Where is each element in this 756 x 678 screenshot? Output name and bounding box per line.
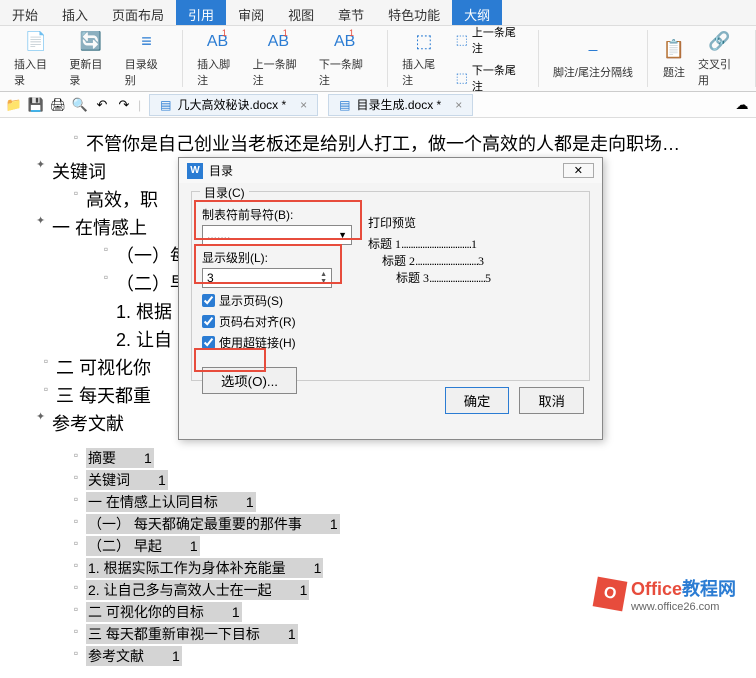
checkbox-label: 使用超链接(H)	[219, 334, 296, 351]
dialog-titlebar: W 目录 ✕	[179, 158, 602, 183]
separator-button[interactable]: ⎯脚注/尾注分隔线	[547, 36, 639, 82]
preview-line: 标题 1..............................1	[368, 235, 579, 252]
tab-layout[interactable]: 页面布局	[100, 0, 176, 25]
watermark-url: www.office26.com	[631, 601, 736, 613]
dialog-close-button[interactable]: ✕	[563, 163, 594, 178]
new-icon[interactable]: 📁	[6, 97, 22, 113]
update-toc-button[interactable]: 🔄更新目录	[63, 28, 118, 90]
insert-footnote-button[interactable]: AB1插入脚注	[191, 28, 246, 90]
toc-level-button[interactable]: ≡目录级别	[119, 28, 174, 90]
toc-entry[interactable]: （一） 每天都确定最重要的那件事 1	[86, 514, 340, 534]
hyperlink-checkbox[interactable]	[202, 336, 215, 349]
toc-entry[interactable]: 1. 根据实际工作为身体补充能量 1	[86, 558, 323, 578]
doc-tab-1[interactable]: ▤ 几大高效秘诀.docx * ×	[149, 94, 318, 116]
bullet-icon: ▫	[96, 242, 116, 256]
checkbox-label: 显示页码(S)	[219, 292, 283, 309]
prev-footnote-button[interactable]: AB1上一条脚注	[247, 28, 313, 90]
bullet-icon: ▫	[36, 354, 56, 368]
expand-icon[interactable]: ✦	[36, 410, 52, 423]
print-preview: 打印预览 标题 1..............................1…	[368, 214, 579, 286]
bullet-icon: ▫	[66, 186, 86, 200]
toc-entry[interactable]: 关键词 1	[86, 470, 168, 490]
prev-endnote-button[interactable]: ⬚上一条尾注	[452, 22, 530, 58]
tab-view[interactable]: 视图	[276, 0, 326, 25]
next-footnote-button[interactable]: AB1下一条脚注	[313, 28, 379, 90]
bullet-icon: ▫	[66, 624, 86, 638]
word-doc-icon: ▤	[339, 98, 350, 112]
cloud-icon[interactable]: ☁	[734, 97, 750, 113]
bullet-icon: ▫	[66, 580, 86, 594]
toc-entry[interactable]: 一 在情感上认同目标 1	[86, 492, 256, 512]
quick-access-bar: 📁 💾 🖨 🔍 ↶ ↷ | ▤ 几大高效秘诀.docx * × ▤ 目录生成.d…	[0, 92, 756, 118]
word-doc-icon: ▤	[160, 98, 171, 112]
preview-line: 标题 3........................5	[368, 269, 579, 286]
preview-icon[interactable]: 🔍	[72, 97, 88, 113]
tab-chapter[interactable]: 章节	[326, 0, 376, 25]
right-align-checkbox[interactable]	[202, 315, 215, 328]
checkbox-label: 页码右对齐(R)	[219, 313, 296, 330]
preview-line: 标题 2...........................3	[368, 252, 579, 269]
close-tab-icon[interactable]: ×	[300, 98, 307, 112]
bullet-icon: ▫	[96, 270, 116, 284]
tab-start[interactable]: 开始	[0, 0, 50, 25]
bullet-icon: ▫	[66, 492, 86, 506]
toc-entry[interactable]: 摘要 1	[86, 448, 154, 468]
bullet-icon: ▫	[66, 646, 86, 660]
bullet-icon: ▫	[66, 448, 86, 462]
tab-reference[interactable]: 引用	[176, 0, 226, 25]
app-icon: W	[187, 163, 203, 179]
bullet-icon: ▫	[66, 514, 86, 528]
redo-icon[interactable]: ↷	[116, 97, 132, 113]
show-pages-checkbox[interactable]	[202, 294, 215, 307]
ribbon-tabs: 开始 插入 页面布局 引用 审阅 视图 章节 特色功能 大纲	[0, 0, 756, 26]
dialog-title: 目录	[209, 162, 233, 179]
tab-review[interactable]: 审阅	[226, 0, 276, 25]
toc-entry[interactable]: 2. 让自己多与高效人士在一起 1	[86, 580, 309, 600]
options-button[interactable]: 选项(O)...	[202, 367, 297, 394]
tab-special[interactable]: 特色功能	[376, 0, 452, 25]
expand-icon[interactable]: ✦	[36, 214, 52, 227]
dropdown-arrow-icon: ▼	[338, 230, 347, 240]
tab-leader-combo[interactable]: .......▼	[202, 225, 352, 245]
fieldset-legend: 目录(C)	[200, 184, 249, 201]
tab-insert[interactable]: 插入	[50, 0, 100, 25]
next-endnote-button[interactable]: ⬚下一条尾注	[452, 60, 530, 96]
crossref-button[interactable]: 🔗交叉引用	[692, 28, 747, 90]
caption-button[interactable]: 📋题注	[656, 36, 692, 82]
insert-endnote-button[interactable]: ⬚插入尾注	[396, 28, 451, 90]
toc-entry[interactable]: 参考文献 1	[86, 646, 182, 666]
toc-entry[interactable]: 二 可视化你的目标 1	[86, 602, 242, 622]
logo-icon: O	[593, 577, 628, 612]
insert-toc-button[interactable]: 📄插入目录	[8, 28, 63, 90]
spinner-arrows-icon[interactable]: ▲▼	[320, 271, 327, 285]
bullet-icon: ▫	[66, 536, 86, 550]
bullet-icon: ▫	[66, 602, 86, 616]
show-level-spinner[interactable]: 3▲▼	[202, 268, 332, 288]
close-tab-icon[interactable]: ×	[455, 98, 462, 112]
toc-dialog: W 目录 ✕ 目录(C) 制表符前导符(B): .......▼ 显示级别(L)…	[178, 157, 603, 440]
outline-text[interactable]: 不管你是自己创业当老板还是给别人打工，做一个高效的人都是走向职场…	[86, 130, 736, 156]
expand-icon[interactable]: ✦	[36, 158, 52, 171]
bullet-icon: ▫	[66, 470, 86, 484]
print-icon[interactable]: 🖨	[50, 97, 66, 113]
doc-tab-2[interactable]: ▤ 目录生成.docx * ×	[328, 94, 473, 116]
undo-icon[interactable]: ↶	[94, 97, 110, 113]
toc-entry[interactable]: 三 每天都重新审视一下目标 1	[86, 624, 298, 644]
preview-label: 打印预览	[368, 214, 579, 231]
bullet-icon: ▫	[66, 130, 86, 144]
bullet-icon: ▫	[36, 382, 56, 396]
bullet-icon: ▫	[66, 558, 86, 572]
save-icon[interactable]: 💾	[28, 97, 44, 113]
ribbon: 📄插入目录 🔄更新目录 ≡目录级别 AB1插入脚注 AB1上一条脚注 AB1下一…	[0, 26, 756, 92]
toc-entry[interactable]: （二） 早起 1	[86, 536, 200, 556]
watermark: O Office教程网 www.office26.com	[595, 575, 736, 613]
